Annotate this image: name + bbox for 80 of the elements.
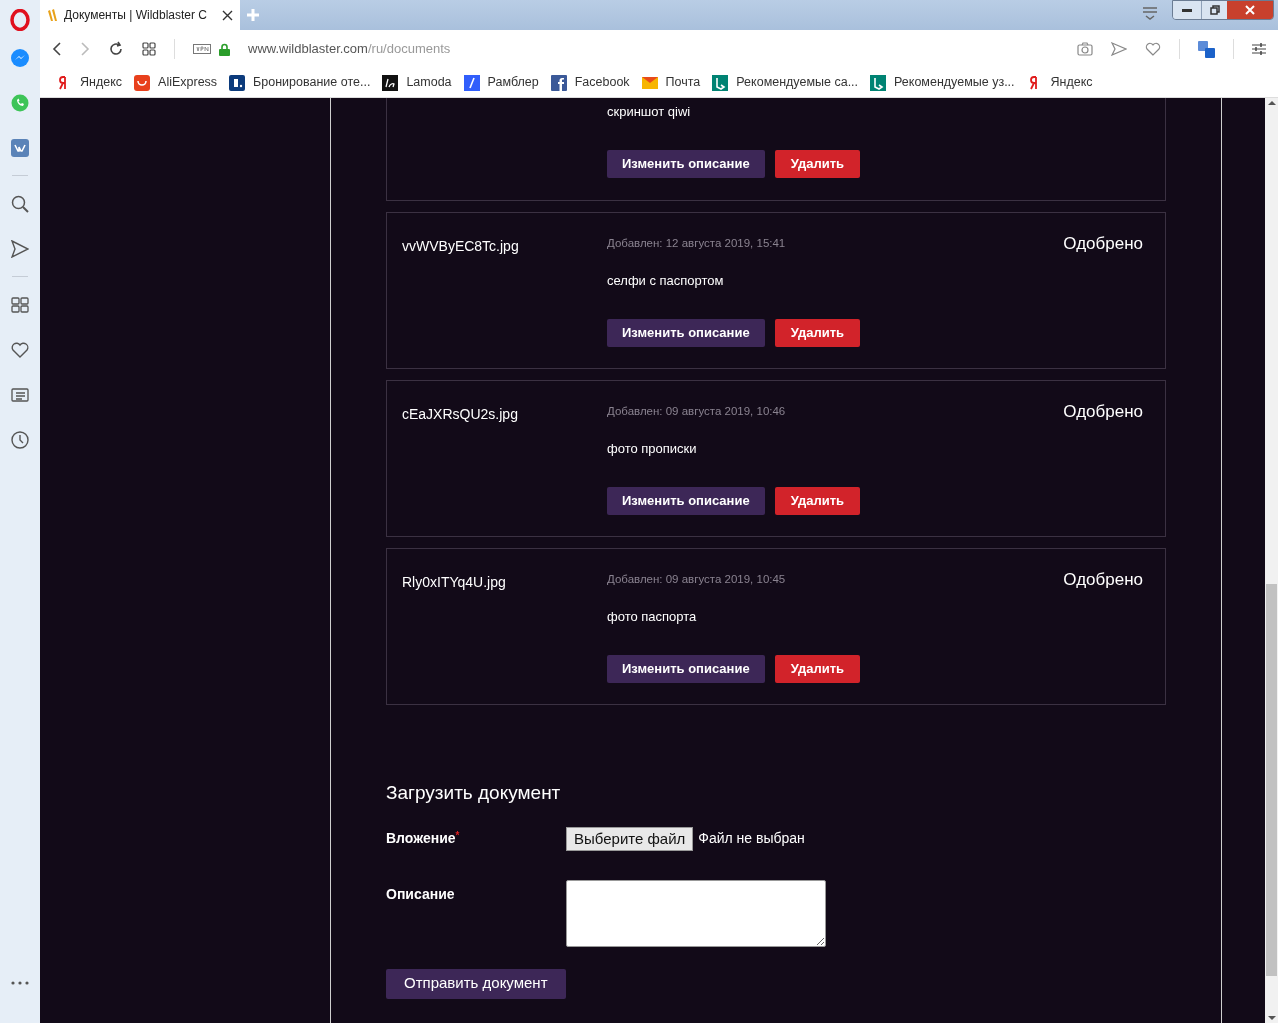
aliexpress-logo-icon (134, 74, 151, 91)
camera-icon[interactable] (1077, 42, 1093, 56)
rambler-logo-icon (463, 74, 480, 91)
menu-icon[interactable] (1142, 6, 1158, 20)
messenger-icon[interactable] (11, 48, 29, 67)
document-description: фото прописки (607, 440, 698, 458)
facebook-logo-icon (550, 74, 567, 91)
heart-icon[interactable] (1145, 42, 1161, 56)
search-icon[interactable] (11, 194, 29, 213)
bing-logo-icon (870, 74, 887, 91)
scroll-up-icon[interactable] (1267, 100, 1276, 105)
delete-button[interactable]: Удалить (774, 149, 860, 178)
document-description: фото паспорта (607, 608, 698, 626)
bookmark-link[interactable]: Яндекс (1026, 73, 1093, 92)
vk-icon[interactable] (11, 138, 29, 157)
file-status: Файл не выбран (698, 829, 805, 848)
send-icon[interactable] (1111, 42, 1127, 56)
booking-logo-icon (229, 74, 246, 91)
bing-logo-icon (712, 74, 729, 91)
bookmark-link[interactable]: Facebook (550, 73, 630, 92)
lock-icon[interactable] (219, 42, 230, 56)
status-label: Одобрено (1063, 569, 1143, 591)
news-icon[interactable] (11, 385, 29, 404)
document-description: селфи с паспортом (607, 272, 725, 290)
file-name: vvWVByEC8Tc.jpg (402, 237, 520, 256)
send-icon[interactable] (11, 239, 29, 258)
bookmark-link[interactable]: Бронирование оте... (229, 73, 371, 92)
scrollbar[interactable] (1265, 98, 1278, 1023)
edit-description-button[interactable]: Изменить описание (607, 654, 765, 683)
close-button[interactable] (1227, 1, 1273, 19)
minimize-button[interactable] (1173, 1, 1201, 19)
tabs-grid-icon[interactable] (142, 42, 156, 56)
attachment-label: Вложение* (386, 829, 461, 848)
bookmark-link[interactable]: Яндекс (56, 73, 123, 92)
choose-file-button[interactable]: Выберите файл (566, 826, 694, 851)
clock-icon[interactable] (11, 430, 29, 449)
vpn-icon[interactable] (193, 44, 211, 54)
edit-description-button[interactable]: Изменить описание (607, 149, 765, 178)
file-name: Rly0xITYq4U.jpg (402, 573, 507, 592)
restore-icon (1209, 5, 1220, 15)
settings-icon[interactable] (1252, 43, 1266, 55)
scroll-down-icon[interactable] (1267, 1016, 1276, 1021)
heart-icon[interactable] (11, 340, 29, 359)
status-label: Одобрено (1063, 401, 1143, 423)
grid-icon[interactable] (11, 295, 29, 314)
back-icon[interactable] (52, 41, 62, 57)
site-favicon-icon (47, 8, 59, 22)
bookmark-link[interactable]: AliExpress (134, 73, 218, 92)
reload-icon[interactable] (108, 41, 124, 57)
delete-button[interactable]: Удалить (774, 654, 860, 683)
section-title: Загрузить документ (386, 781, 562, 805)
minimize-icon (1182, 8, 1192, 12)
delete-button[interactable]: Удалить (774, 318, 860, 347)
close-icon (1245, 5, 1255, 15)
added-date: Добавлен: 09 августа 2019, 10:46 (607, 404, 787, 419)
bookmark-link[interactable]: Рекомендуемые са... (712, 73, 859, 92)
file-name: cEaJXRsQU2s.jpg (402, 405, 519, 424)
mail-logo-icon (641, 74, 658, 91)
status-label: Одобрено (1063, 233, 1143, 255)
required-mark: * (455, 830, 460, 841)
document-description: скриншот qiwi (607, 103, 692, 121)
more-icon[interactable] (11, 981, 29, 985)
submit-button[interactable]: Отправить документ (386, 968, 566, 999)
edit-description-button[interactable]: Изменить описание (607, 486, 765, 515)
bookmark-link[interactable]: Lamoda (382, 73, 452, 92)
description-field[interactable] (566, 879, 826, 947)
edit-description-button[interactable]: Изменить описание (607, 318, 765, 347)
delete-button[interactable]: Удалить (774, 486, 860, 515)
description-label: Описание (386, 884, 456, 904)
added-date: Добавлен: 12 августа 2019, 15:41 (607, 236, 787, 251)
restore-button[interactable] (1201, 1, 1227, 19)
bookmark-link[interactable]: Рамблер (463, 73, 539, 92)
browser-logo-icon[interactable] (10, 9, 30, 31)
browser-tab[interactable]: Документы | Wildblaster C (40, 0, 240, 30)
close-tab-icon[interactable] (222, 9, 233, 21)
added-date: Добавлен: 09 августа 2019, 10:45 (607, 572, 787, 587)
bookmark-link[interactable]: Рекомендуемые уз... (870, 73, 1015, 92)
bookmark-link[interactable]: Почта (641, 73, 701, 92)
translate-icon[interactable] (1198, 40, 1215, 58)
lamoda-logo-icon (382, 74, 399, 91)
